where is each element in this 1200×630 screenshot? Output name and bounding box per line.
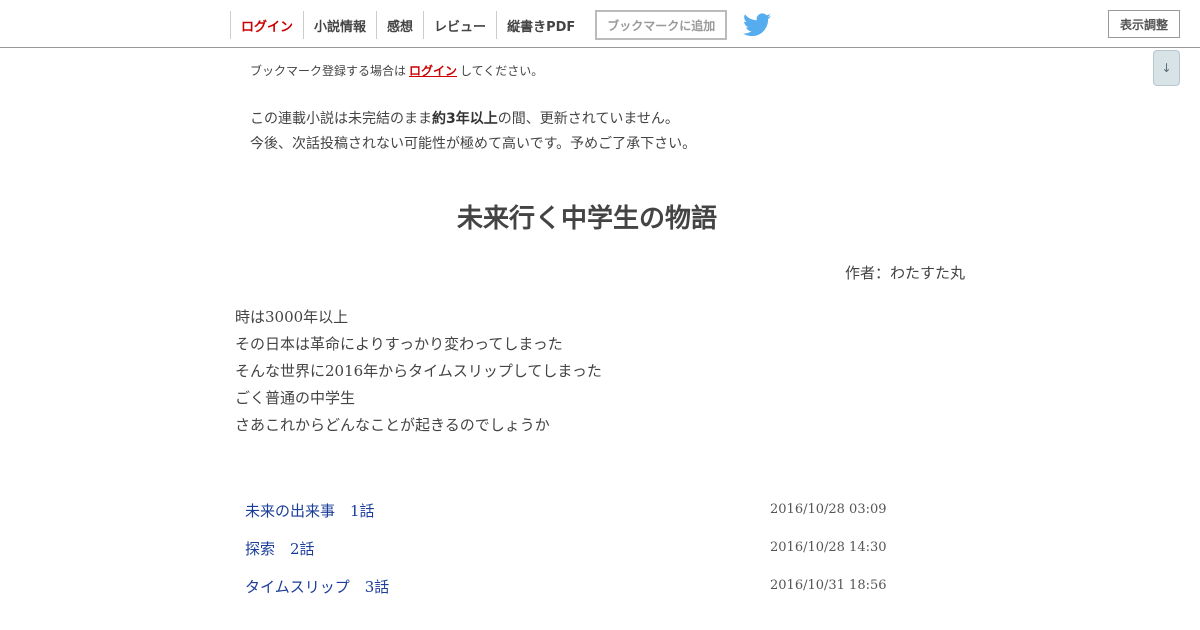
login-note-suffix: してください。 [460, 64, 544, 78]
nav-novel-info-link[interactable]: 小説情報 [303, 11, 376, 39]
chapter-row: タイムスリップ 3話 2016/10/31 18:56 [235, 568, 935, 606]
synopsis-line: さあこれからどんなことが起きるのでしょうか [235, 416, 550, 434]
nav-vertical-pdf-link[interactable]: 縦書きPDF [496, 11, 585, 39]
nav-login-link[interactable]: ログイン [230, 11, 303, 39]
display-settings-button[interactable]: 表示調整 [1108, 10, 1180, 38]
novel-title: 未来行く中学生の物語 [456, 204, 717, 234]
chapter-list: 未来の出来事 1話 2016/10/28 03:09 探索 2話 2016/10… [235, 492, 935, 606]
chapter-date: 2016/10/28 03:09 [770, 502, 887, 517]
nav-review-link[interactable]: レビュー [423, 11, 496, 39]
chapter-date: 2016/10/28 14:30 [770, 540, 887, 555]
warning-duration: 約3年以上 [432, 111, 498, 127]
add-bookmark-button[interactable]: ブックマークに追加 [595, 10, 728, 40]
novel-author: 作者：わたすた丸 [844, 264, 965, 282]
chapter-row: 未来の出来事 1話 2016/10/28 03:09 [235, 492, 935, 530]
login-note-link[interactable]: ログイン [409, 64, 457, 78]
nav-impressions-link[interactable]: 感想 [376, 11, 423, 39]
novel-synopsis: 時は3000年以上 その日本は革命によりすっかり変わってしまった そんな世界に2… [235, 304, 602, 439]
nav-menu: ログイン 小説情報 感想 レビュー 縦書きPDF ブックマークに追加 [230, 10, 772, 40]
top-navigation-bar: ログイン 小説情報 感想 レビュー 縦書きPDF ブックマークに追加 表示調整 [0, 0, 1200, 48]
scroll-down-button[interactable]: ↓ [1153, 50, 1180, 86]
warning-line-1: この連載小説は未完結のまま約3年以上の間、更新されていません。 [250, 107, 696, 132]
warning-prefix: この連載小説は未完結のまま [250, 111, 432, 127]
warning-suffix: の間、更新されていません。 [497, 111, 679, 127]
synopsis-line: そんな世界に2016年からタイムスリップしてしまった [235, 362, 602, 380]
chapter-link[interactable]: 未来の出来事 1話 [245, 500, 375, 521]
chapter-link[interactable]: タイムスリップ 3話 [245, 576, 389, 597]
synopsis-line: 時は3000年以上 [235, 308, 349, 326]
chapter-row: 探索 2話 2016/10/28 14:30 [235, 530, 935, 568]
login-note-prefix: ブックマーク登録する場合は [250, 64, 407, 78]
synopsis-line: その日本は革命によりすっかり変わってしまった [235, 335, 563, 353]
not-updated-warning: この連載小説は未完結のまま約3年以上の間、更新されていません。 今後、次話投稿さ… [250, 107, 696, 157]
chapter-date: 2016/10/31 18:56 [770, 578, 887, 593]
chapter-link[interactable]: 探索 2話 [245, 538, 315, 559]
warning-line-2: 今後、次話投稿されない可能性が極めて高いです。予めご了承下さい。 [250, 136, 697, 152]
down-arrow-icon: ↓ [1161, 61, 1172, 75]
bookmark-login-note: ブックマーク登録する場合は ログイン してください。 [250, 62, 543, 79]
twitter-icon[interactable] [743, 13, 772, 37]
synopsis-line: ごく普通の中学生 [235, 389, 356, 407]
